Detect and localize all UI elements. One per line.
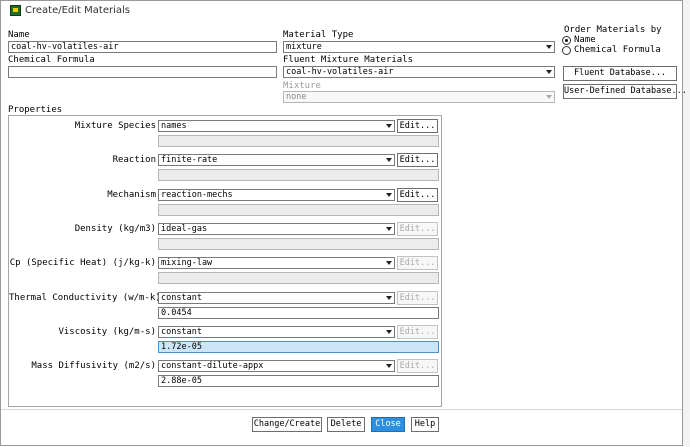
order-by-label: Order Materials by (564, 25, 662, 35)
property-method-dropdown[interactable]: reaction-mechs (158, 189, 395, 201)
chevron-down-icon (544, 92, 554, 102)
delete-button[interactable]: Delete (327, 417, 365, 432)
property-value-input (158, 135, 439, 147)
property-label: Viscosity (kg/m-s) (58, 327, 156, 337)
fluent-mixture-dropdown[interactable]: coal-hv-volatiles-air (283, 66, 555, 78)
property-value-input[interactable]: 2.88e-05 (158, 375, 439, 387)
chevron-down-icon (384, 258, 394, 268)
property-method-value: constant (161, 327, 202, 337)
chemical-formula-input[interactable] (8, 66, 277, 78)
chevron-down-icon (384, 327, 394, 337)
title-bar[interactable]: Create/Edit Materials (1, 1, 682, 21)
property-method-dropdown[interactable]: ideal-gas (158, 223, 395, 235)
property-label: Mixture Species (74, 121, 156, 131)
background-right (682, 0, 690, 447)
property-edit-button: Edit... (397, 359, 438, 373)
fluent-app-icon (10, 5, 21, 16)
property-method-value: mixing-law (161, 258, 213, 268)
property-label: Cp (Specific Heat) (j/kg-k) (9, 258, 156, 268)
help-button[interactable]: Help (411, 417, 439, 432)
order-materials-group: Order Materials by Name Chemical Formula (559, 25, 684, 59)
property-label: Density (kg/m3) (74, 224, 156, 234)
mixture-label: Mixture (283, 81, 321, 91)
property-edit-button: Edit... (397, 256, 438, 270)
mixture-dropdown: none (283, 91, 555, 103)
property-method-dropdown[interactable]: constant (158, 292, 395, 304)
chevron-down-icon (544, 67, 554, 77)
chemical-formula-label: Chemical Formula (8, 55, 95, 65)
property-method-value: constant (161, 293, 202, 303)
properties-label: Properties (8, 105, 63, 115)
property-label: Mass Diffusivity (m2/s) (31, 361, 156, 371)
property-edit-button: Edit... (397, 325, 438, 339)
property-value-input[interactable]: 1.72e-05 (158, 341, 439, 353)
property-value-input (158, 272, 439, 284)
property-edit-button: Edit... (397, 291, 438, 305)
property-label: Thermal Conductivity (w/m-k) (9, 293, 161, 303)
property-value-input (158, 169, 439, 181)
material-type-dropdown[interactable]: mixture (283, 41, 555, 53)
chevron-down-icon (384, 293, 394, 303)
order-by-name-radio[interactable] (562, 36, 571, 45)
chevron-down-icon (384, 121, 394, 131)
property-method-dropdown[interactable]: names (158, 120, 395, 132)
chevron-down-icon (384, 361, 394, 371)
property-value-input (158, 204, 439, 216)
property-method-value: ideal-gas (161, 224, 208, 234)
name-input[interactable]: coal-hv-volatiles-air (8, 41, 277, 53)
property-label: Mechanism (107, 190, 156, 200)
name-label: Name (8, 30, 30, 40)
property-edit-button[interactable]: Edit... (397, 153, 438, 167)
close-button[interactable]: Close (371, 417, 405, 432)
chevron-down-icon (544, 42, 554, 52)
property-method-dropdown[interactable]: finite-rate (158, 154, 395, 166)
chevron-down-icon (384, 190, 394, 200)
fluent-mixture-label: Fluent Mixture Materials (283, 55, 414, 65)
change-create-button[interactable]: Change/Create (252, 417, 322, 432)
user-defined-database-button[interactable]: User-Defined Database... (563, 84, 687, 99)
fluent-mixture-value: coal-hv-volatiles-air (286, 67, 394, 77)
property-method-value: finite-rate (161, 155, 218, 165)
property-method-dropdown[interactable]: constant-dilute-appx (158, 360, 395, 372)
order-by-formula-label: Chemical Formula (574, 45, 661, 55)
order-by-formula-radio[interactable] (562, 46, 571, 55)
property-method-value: names (161, 121, 187, 131)
material-type-label: Material Type (283, 30, 354, 40)
property-method-dropdown[interactable]: constant (158, 326, 395, 338)
property-edit-button[interactable]: Edit... (397, 119, 438, 133)
property-value-input (158, 238, 439, 250)
materials-dialog: Create/Edit Materials Name coal-hv-volat… (0, 0, 687, 446)
chevron-down-icon (384, 224, 394, 234)
material-type-value: mixture (286, 42, 322, 52)
property-edit-button: Edit... (397, 222, 438, 236)
window-title: Create/Edit Materials (25, 5, 130, 16)
property-method-value: reaction-mechs (161, 190, 233, 200)
property-method-dropdown[interactable]: mixing-law (158, 257, 395, 269)
property-value-input[interactable]: 0.0454 (158, 307, 439, 319)
fluent-database-button[interactable]: Fluent Database... (563, 66, 677, 81)
order-by-name-label: Name (574, 35, 596, 45)
property-label: Reaction (112, 155, 156, 165)
property-edit-button[interactable]: Edit... (397, 188, 438, 202)
mixture-value: none (286, 92, 307, 102)
chevron-down-icon (384, 155, 394, 165)
property-method-value: constant-dilute-appx (161, 361, 264, 371)
divider (1, 409, 682, 410)
